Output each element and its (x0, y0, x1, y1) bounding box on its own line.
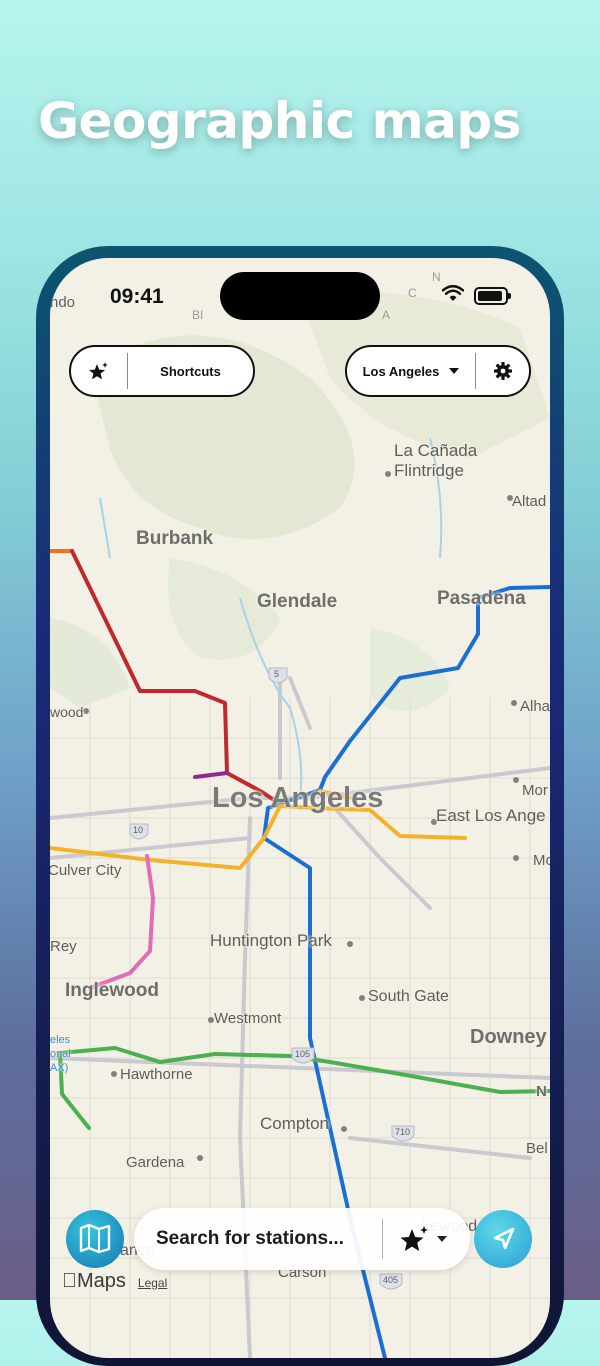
map-label-culver-city: Culver City (50, 862, 122, 879)
wifi-icon (442, 285, 464, 301)
map-label-norwalk: N (536, 1083, 547, 1100)
search-placeholder: Search for stations... (156, 1228, 344, 1249)
map-label-monterey: Mor (522, 782, 548, 799)
map-label-rey: Rey (50, 938, 77, 955)
battery-icon (474, 287, 511, 305)
filter-button[interactable] (399, 1225, 447, 1253)
map-label-pasadena: Pasadena (437, 588, 526, 609)
headline: Geographic maps (38, 92, 521, 150)
map-screen[interactable]: ndo BI A C N La Cañada Flintridge Altad … (50, 258, 550, 1358)
map-label-los-angeles: Los Angeles (212, 782, 384, 814)
shortcuts-pill: Shortcuts (69, 345, 255, 397)
highway-5-label: 5 (274, 669, 280, 679)
map-label-glendale: Glendale (257, 591, 338, 612)
map-label-lax-2: onal (50, 1048, 71, 1060)
maps-button[interactable] (66, 1210, 124, 1268)
map-attribution: Maps Legal (62, 1270, 167, 1293)
apple-maps-logo: Maps (62, 1270, 126, 1292)
highway-405-label: 405 (383, 1275, 399, 1285)
map-label-mtn-n: N (432, 270, 441, 284)
highway-105-label: 105 (295, 1049, 311, 1059)
gear-icon (493, 362, 512, 380)
highway-710-label: 710 (395, 1127, 411, 1137)
map-label-ndo: ndo (50, 294, 76, 311)
favorites-button[interactable] (71, 347, 127, 395)
map-label-westmont: Westmont (214, 1010, 282, 1027)
map-label-mont: Mo (533, 852, 550, 869)
map-label-wood: wood (50, 704, 84, 720)
map-label-gardena: Gardena (126, 1154, 185, 1171)
map-label-burbank: Burbank (136, 528, 214, 549)
map-label-bell: Bel (526, 1140, 548, 1157)
map-label-altadena: Altad (512, 493, 547, 510)
map-label-bi: BI (192, 308, 204, 322)
caret-down-icon (437, 1236, 447, 1242)
map-label-east-la: East Los Ange (436, 806, 546, 825)
map-label-lax-1: eles (50, 1034, 71, 1046)
caret-down-icon (449, 368, 460, 374)
map-label-la-canada: La Cañada (394, 441, 478, 460)
city-label: Los Angeles (362, 363, 440, 379)
legal-link[interactable]: Legal (138, 1276, 167, 1290)
map-label-mtn-a: A (382, 308, 391, 322)
search-divider (382, 1219, 383, 1259)
map-label-alhambra: Alha (520, 698, 550, 715)
map-label-inglewood: Inglewood (65, 980, 159, 1001)
city-selector[interactable]: Los Angeles (347, 347, 475, 395)
map-label-lax-3: AX) (50, 1062, 69, 1074)
map-label-flintridge: Flintridge (394, 461, 464, 480)
map-label-south-gate: South Gate (368, 988, 449, 1005)
star-sparkle-icon (89, 362, 108, 380)
status-time: 09:41 (110, 285, 164, 308)
shortcuts-label: Shortcuts (160, 363, 221, 379)
map-label-huntington-park: Huntington Park (210, 931, 332, 950)
phone-frame: ndo BI A C N La Cañada Flintridge Altad … (36, 246, 564, 1366)
star-sparkle-icon (400, 1226, 428, 1251)
highway-10-label: 10 (133, 825, 144, 835)
shortcuts-button[interactable]: Shortcuts (128, 347, 253, 395)
map-label-downey: Downey (470, 1026, 547, 1048)
map-label-mtn-c: C (408, 286, 417, 300)
city-pill: Los Angeles (345, 345, 531, 397)
map-label-hawthorne: Hawthorne (120, 1066, 193, 1083)
location-arrow-icon (493, 1227, 515, 1250)
location-button[interactable] (474, 1210, 532, 1268)
folded-map-icon (79, 1223, 111, 1254)
dynamic-island (220, 272, 380, 320)
station-search[interactable]: Search for stations... (134, 1208, 470, 1270)
settings-button[interactable] (476, 347, 529, 395)
map-label-compton: Compton (260, 1114, 329, 1133)
